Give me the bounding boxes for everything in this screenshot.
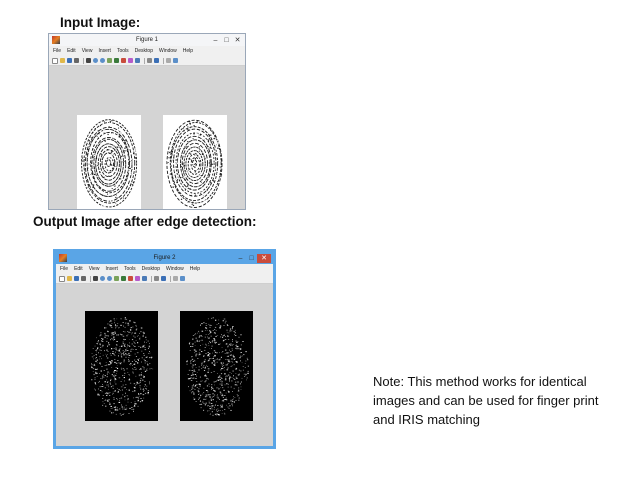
data-cursor-icon[interactable] [128,276,133,281]
fingerprint-image-right [163,115,227,209]
maximize-button[interactable]: □ [246,254,257,263]
data-cursor-icon[interactable] [121,58,126,63]
menu-insert[interactable]: Insert [105,266,118,272]
toolbar-separator [151,275,152,282]
menu-bar: File Edit View Insert Tools Desktop Wind… [56,264,273,274]
menu-view[interactable]: View [89,266,100,272]
close-button[interactable]: ✕ [232,36,243,45]
toolbar-separator [90,275,91,282]
new-figure-icon[interactable] [52,57,58,64]
figure-output-window: Figure 2 – □ ✕ File Edit View Insert Too… [53,249,276,449]
legend-icon[interactable] [161,276,166,281]
brush-icon[interactable] [135,276,140,281]
menu-desktop[interactable]: Desktop [135,48,153,54]
zoom-out-icon[interactable] [100,58,105,63]
rotate-icon[interactable] [121,276,126,281]
maximize-button[interactable]: □ [221,36,232,45]
menu-edit[interactable]: Edit [74,266,83,272]
toolbar-separator [163,57,164,64]
menu-window[interactable]: Window [159,48,177,54]
edge-image-right [180,311,253,421]
edge-image-left [85,311,158,421]
zoom-in-icon[interactable] [93,58,98,63]
new-figure-icon[interactable] [59,275,65,282]
print-icon[interactable] [74,58,79,63]
toolbar-separator [83,57,84,64]
menu-file[interactable]: File [60,266,68,272]
link-icon[interactable] [142,276,147,281]
minimize-button[interactable]: – [235,254,246,263]
title-bar: Figure 2 – □ ✕ [56,252,273,264]
menu-window[interactable]: Window [166,266,184,272]
input-image-heading: Input Image: [60,15,141,30]
menu-desktop[interactable]: Desktop [142,266,160,272]
title-bar: Figure 1 – □ ✕ [49,34,245,46]
figure-input-window: Figure 1 – □ ✕ File Edit View Insert Too… [48,33,246,210]
save-icon[interactable] [74,276,79,281]
show-tools-icon[interactable] [173,58,178,63]
brush-icon[interactable] [128,58,133,63]
legend-icon[interactable] [154,58,159,63]
menu-file[interactable]: File [53,48,61,54]
open-file-icon[interactable] [60,58,65,63]
fingerprint-image-left [77,115,141,209]
menu-tools[interactable]: Tools [124,266,136,272]
menu-view[interactable]: View [82,48,93,54]
show-tools-icon[interactable] [180,276,185,281]
menu-bar: File Edit View Insert Tools Desktop Wind… [49,46,245,56]
colorbar-icon[interactable] [147,58,152,63]
zoom-out-icon[interactable] [107,276,112,281]
toolbar-separator [144,57,145,64]
output-image-heading: Output Image after edge detection: [33,214,257,229]
link-icon[interactable] [135,58,140,63]
menu-help[interactable]: Help [183,48,193,54]
menu-help[interactable]: Help [190,266,200,272]
hide-tools-icon[interactable] [173,276,178,281]
figure-toolbar [49,56,245,66]
figure-toolbar [56,274,273,284]
figure-canvas [56,284,273,446]
pointer-icon[interactable] [93,276,98,281]
hide-tools-icon[interactable] [166,58,171,63]
open-file-icon[interactable] [67,276,72,281]
close-button[interactable]: ✕ [257,253,271,263]
print-icon[interactable] [81,276,86,281]
colorbar-icon[interactable] [154,276,159,281]
zoom-in-icon[interactable] [100,276,105,281]
rotate-icon[interactable] [114,58,119,63]
minimize-button[interactable]: – [210,36,221,45]
menu-tools[interactable]: Tools [117,48,129,54]
note-text: Note: This method works for identical im… [373,374,599,427]
pan-icon[interactable] [107,58,112,63]
menu-insert[interactable]: Insert [98,48,111,54]
menu-edit[interactable]: Edit [67,48,76,54]
save-icon[interactable] [67,58,72,63]
toolbar-separator [170,275,171,282]
pan-icon[interactable] [114,276,119,281]
pointer-icon[interactable] [86,58,91,63]
figure-canvas [49,66,245,209]
